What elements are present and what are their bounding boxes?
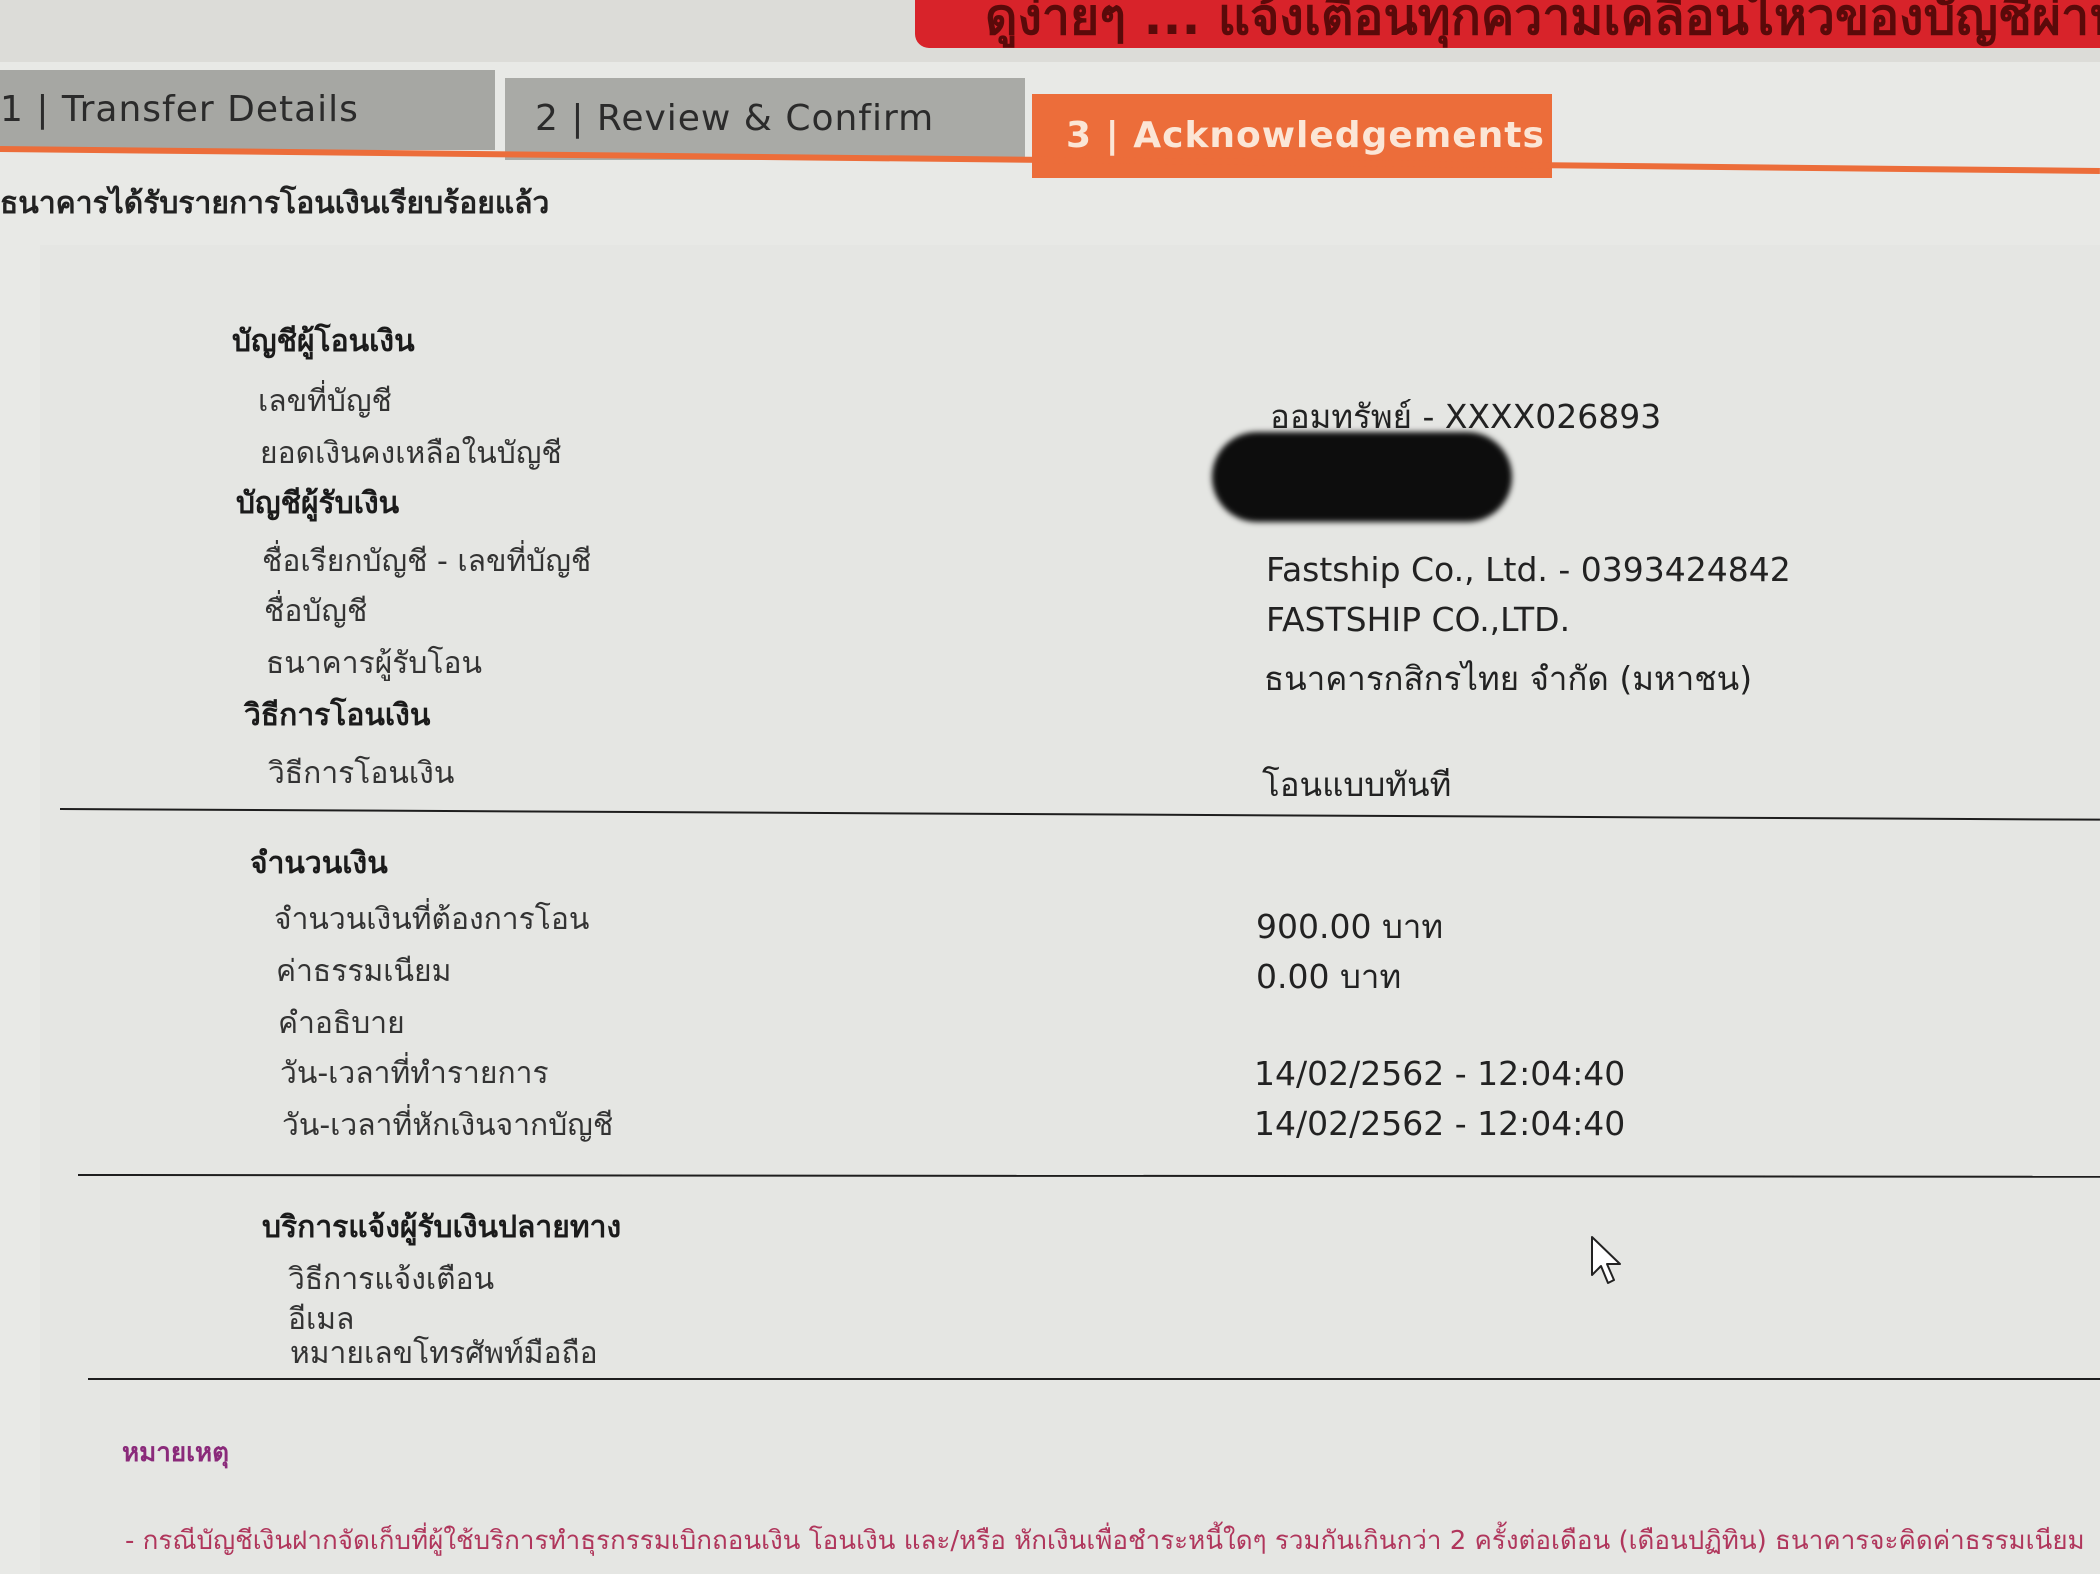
top-header: ดูง่ายๆ ... แจ้งเตือนทุกความเคลื่อนไหวขอ… — [0, 0, 2100, 62]
txn-time-label: วัน-เวลาที่ทำรายการ — [280, 1056, 549, 1091]
amount-value: 900.00 บาท — [1256, 907, 1444, 946]
debit-time-label: วัน-เวลาที่หักเงินจากบัญชี — [282, 1108, 614, 1143]
account-no-label: เลขที่บัญชี — [258, 384, 392, 419]
balance-label: ยอดเงินคงเหลือในบัญชี — [260, 436, 562, 471]
receiving-bank-label: ธนาคารผู้รับโอน — [266, 646, 483, 681]
notify-heading: บริการแจ้งผู้รับเงินปลายทาง — [262, 1210, 622, 1245]
notes-title: หมายเหตุ — [122, 1438, 230, 1468]
txn-time-value: 14/02/2562 - 12:04:40 — [1254, 1054, 1626, 1093]
account-name-label: ชื่อบัญชี — [264, 594, 368, 629]
sms-promo-banner[interactable]: ดูง่ายๆ ... แจ้งเตือนทุกความเคลื่อนไหวขอ… — [915, 0, 2100, 48]
confirmation-message: ธนาคารได้รับรายการโอนเงินเรียบร้อยแล้ว — [0, 186, 550, 221]
balance-redacted — [1212, 432, 1512, 522]
notes-text: - กรณีบัญชีเงินฝากจัดเก็บที่ผู้ใช้บริการ… — [125, 1526, 2085, 1556]
description-label: คำอธิบาย — [278, 1006, 405, 1041]
nickname-value: Fastship Co., Ltd. - 0393424842 — [1266, 550, 1791, 589]
amount-label: จำนวนเงินที่ต้องการโอน — [274, 902, 590, 937]
debit-time-value: 14/02/2562 - 12:04:40 — [1254, 1104, 1626, 1143]
mouse-cursor-icon — [1591, 1236, 1621, 1284]
method-heading: วิธีการโอนเงิน — [244, 698, 431, 733]
tab-review-confirm[interactable]: 2 | Review & Confirm — [505, 78, 1025, 160]
receiving-bank-value: ธนาคารกสิกรไทย จำกัด (มหาชน) — [1264, 659, 1753, 698]
to-account-heading: บัญชีผู้รับเงิน — [236, 486, 400, 521]
tab-transfer-details[interactable]: 1 | Transfer Details — [0, 70, 495, 150]
fee-value: 0.00 บาท — [1256, 957, 1402, 996]
from-account-heading: บัญชีผู้โอนเงิน — [232, 324, 415, 359]
fee-label: ค่าธรรมเนียม — [276, 954, 452, 989]
method-value: โอนแบบทันที — [1262, 765, 1452, 804]
nickname-label: ชื่อเรียกบัญชี - เลขที่บัญชี — [262, 544, 592, 579]
amount-heading: จำนวนเงิน — [250, 846, 388, 881]
mobile-label: หมายเลขโทรศัพท์มือถือ — [290, 1336, 598, 1371]
sms-banner-text: ดูง่ายๆ ... แจ้งเตือนทุกความเคลื่อนไหวขอ… — [985, 0, 2100, 46]
divider-3 — [88, 1378, 2100, 1380]
method-label: วิธีการโอนเงิน — [268, 756, 455, 791]
account-name-value: FASTSHIP CO.,LTD. — [1266, 600, 1571, 639]
